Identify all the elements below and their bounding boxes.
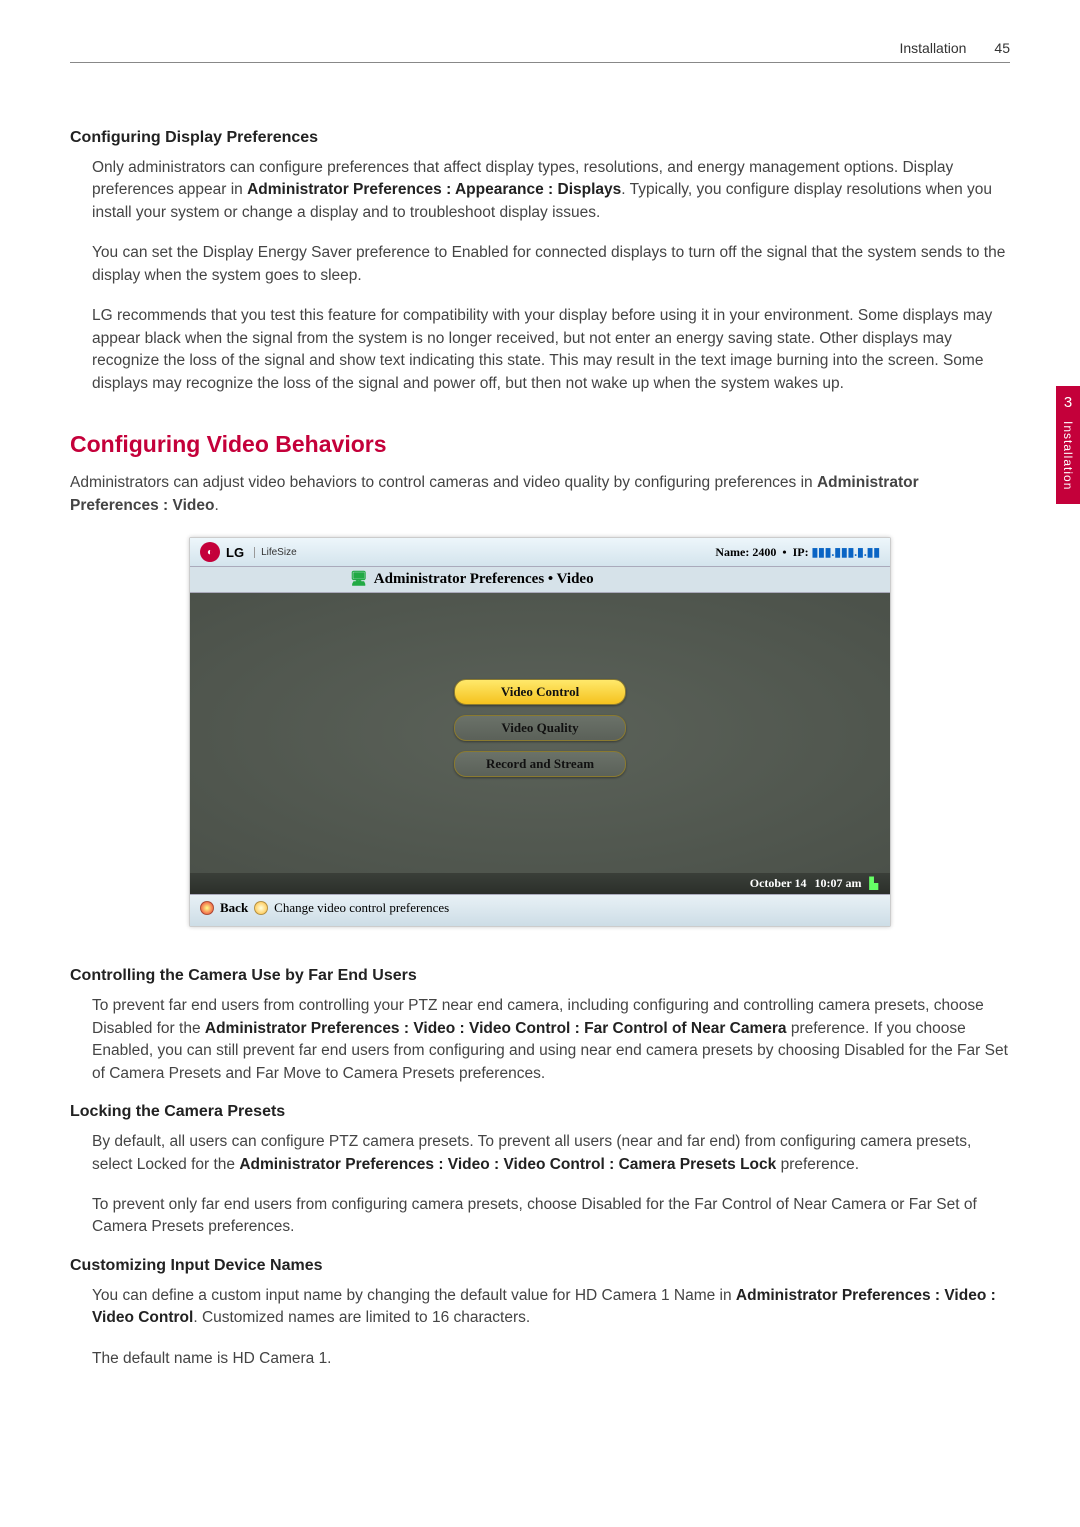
subheading-display-prefs: Configuring Display Preferences: [70, 129, 1010, 147]
paragraph: To prevent only far end users from confi…: [92, 1194, 1010, 1239]
video-menu: Video Control Video Quality Record and S…: [454, 679, 626, 777]
status-date: October 14: [750, 876, 807, 891]
back-icon[interactable]: [200, 901, 214, 915]
admin-prefs-screenshot: ◐ LG LifeSize Name: 2400 • IP: ▮▮▮.▮▮▮.▮…: [189, 537, 891, 927]
screenshot-body: Video Control Video Quality Record and S…: [190, 593, 890, 873]
network-icon: ▙: [870, 877, 878, 890]
monitor-icon: 🖥: [350, 571, 368, 588]
menu-video-quality[interactable]: Video Quality: [454, 715, 626, 741]
paragraph: Only administrators can configure prefer…: [92, 157, 1010, 224]
header-page-number: 45: [994, 40, 1010, 56]
subheading-far-end: Controlling the Camera Use by Far End Us…: [70, 967, 1010, 985]
paragraph: LG recommends that you test this feature…: [92, 305, 1010, 395]
menu-record-stream[interactable]: Record and Stream: [454, 751, 626, 777]
menu-video-control[interactable]: Video Control: [454, 679, 626, 705]
subheading-locking-presets: Locking the Camera Presets: [70, 1103, 1010, 1121]
screenshot-statusbar: October 14 10:07 am ▙: [190, 873, 890, 894]
lg-logo: ◐ LG LifeSize: [200, 542, 297, 562]
paragraph: You can define a custom input name by ch…: [92, 1285, 1010, 1330]
screenshot-footer: Back Change video control preferences: [190, 894, 890, 926]
paragraph: You can set the Display Energy Saver pre…: [92, 242, 1010, 287]
name-ip-readout: Name: 2400 • IP: ▮▮▮.▮▮▮.▮.▮▮: [715, 545, 880, 560]
hint-icon: [254, 901, 268, 915]
back-label[interactable]: Back: [220, 900, 248, 916]
header-rule: [70, 62, 1010, 63]
footer-hint: Change video control preferences: [274, 900, 449, 916]
paragraph: By default, all users can configure PTZ …: [92, 1131, 1010, 1176]
screenshot-breadcrumb: 🖥 Administrator Preferences • Video: [190, 566, 890, 593]
status-time: 10:07 am: [815, 876, 862, 891]
screenshot-topbar: ◐ LG LifeSize Name: 2400 • IP: ▮▮▮.▮▮▮.▮…: [190, 538, 890, 566]
breadcrumb-text: Administrator Preferences • Video: [374, 571, 594, 588]
subheading-input-names: Customizing Input Device Names: [70, 1257, 1010, 1275]
paragraph: To prevent far end users from controllin…: [92, 995, 1010, 1085]
lg-logo-icon: ◐: [200, 542, 220, 562]
paragraph: Administrators can adjust video behavior…: [70, 472, 1010, 517]
header-section: Installation: [899, 40, 966, 56]
heading-video-behaviors: Configuring Video Behaviors: [70, 431, 1010, 458]
page-header: Installation 45: [70, 40, 1010, 56]
paragraph: The default name is HD Camera 1.: [92, 1348, 1010, 1370]
lifesize-label: LifeSize: [254, 547, 297, 558]
lg-logo-text: LG: [226, 545, 244, 560]
